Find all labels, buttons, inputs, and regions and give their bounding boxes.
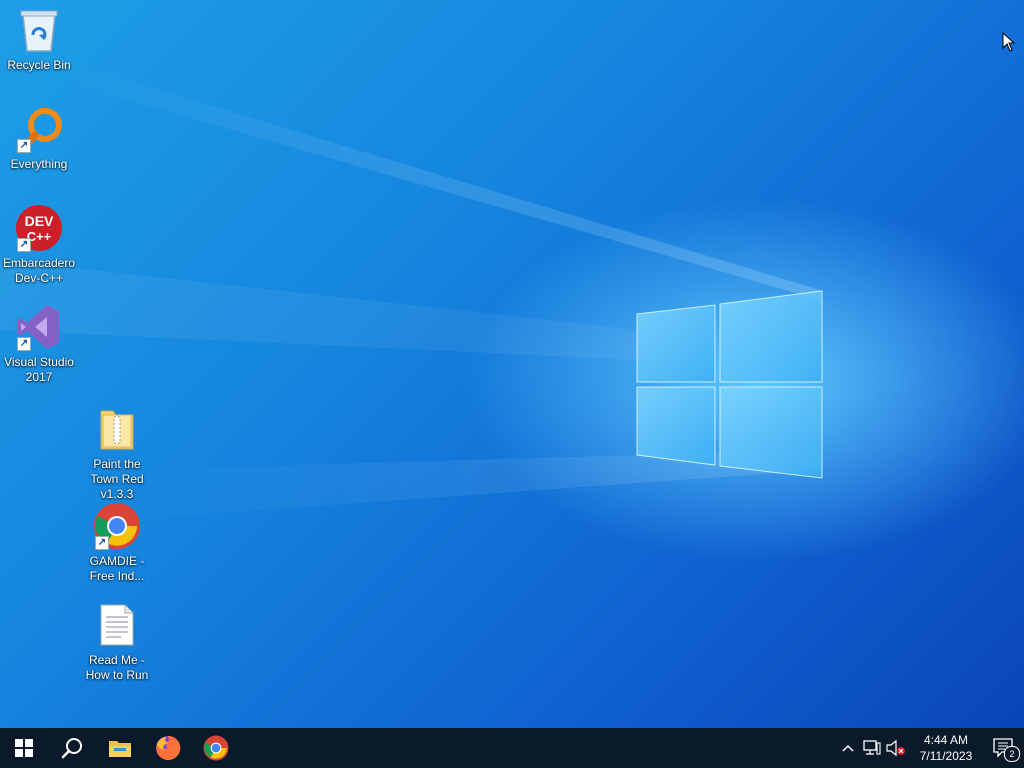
desktop-icon-recycle-bin[interactable]: Recycle Bin	[0, 6, 78, 73]
taskbar-chrome[interactable]	[192, 728, 240, 768]
firefox-icon	[156, 735, 181, 760]
mouse-cursor-icon	[1002, 32, 1016, 52]
taskbar-firefox[interactable]	[144, 728, 192, 768]
everything-search-icon: ↗	[15, 105, 63, 153]
clock[interactable]: 4:44 AM 7/11/2023	[908, 732, 984, 764]
recycle-bin-icon	[15, 6, 63, 54]
chrome-icon: ↗	[93, 502, 141, 550]
shortcut-arrow-icon: ↗	[95, 536, 109, 550]
show-hidden-icons-button[interactable]	[836, 728, 860, 768]
system-tray: 4:44 AM 7/11/2023 2	[836, 728, 1024, 768]
chrome-icon	[203, 735, 229, 761]
svg-text:DEV: DEV	[25, 213, 54, 229]
desktop-icon-label: Read Me - How to Run	[85, 653, 149, 682]
taskbar: 4:44 AM 7/11/2023 2	[0, 728, 1024, 768]
network-tray-button[interactable]	[860, 728, 884, 768]
desktop-icon-everything[interactable]: ↗ Everything	[0, 105, 78, 172]
search-icon	[61, 738, 82, 759]
shortcut-arrow-icon: ↗	[17, 139, 31, 153]
network-icon	[863, 740, 881, 755]
windows-logo-wallpaper	[636, 290, 823, 479]
desktop-icon-visual-studio[interactable]: ↗ Visual Studio 2017	[0, 303, 78, 385]
desktop-icon-label: GAMDIE - Free Ind...	[89, 554, 145, 583]
desktop-icon-read-me[interactable]: Read Me - How to Run	[78, 601, 156, 683]
desktop-icon-label: Recycle Bin	[7, 58, 71, 72]
desktop-icon-label: Visual Studio 2017	[4, 355, 74, 384]
dev-cpp-icon: DEV C++ ↗	[15, 204, 63, 252]
desktop[interactable]: Recycle Bin ↗ Everything DEV C++ ↗ Embar…	[0, 0, 1024, 728]
desktop-icon-label: Embarcadero Dev-C++	[2, 256, 76, 285]
shortcut-arrow-icon: ↗	[17, 238, 31, 252]
start-button[interactable]	[0, 728, 48, 768]
volume-tray-button[interactable]	[884, 728, 908, 768]
desktop-icon-paint-the-town-red[interactable]: Paint the Town Red v1.3.3	[78, 405, 156, 502]
file-explorer-icon	[109, 741, 131, 757]
clock-time: 4:44 AM	[923, 733, 969, 747]
desktop-icon-label: Paint the Town Red v1.3.3	[90, 457, 144, 501]
zip-folder-icon	[93, 405, 141, 453]
desktop-icon-gamdie[interactable]: ↗ GAMDIE - Free Ind...	[78, 502, 156, 584]
windows-start-icon	[15, 739, 33, 757]
visual-studio-icon: ↗	[15, 303, 63, 351]
shortcut-arrow-icon: ↗	[17, 337, 31, 351]
desktop-icon-label: Everything	[10, 157, 68, 171]
volume-muted-icon	[886, 740, 905, 756]
action-center-button[interactable]: 2	[984, 728, 1024, 768]
text-document-icon	[93, 601, 141, 649]
desktop-icon-dev-cpp[interactable]: DEV C++ ↗ Embarcadero Dev-C++	[0, 204, 78, 286]
notification-count-badge: 2	[1004, 746, 1020, 762]
taskbar-file-explorer[interactable]	[96, 728, 144, 768]
chevron-up-icon	[842, 744, 854, 752]
search-button[interactable]	[48, 728, 96, 768]
clock-date: 7/11/2023	[919, 749, 973, 763]
